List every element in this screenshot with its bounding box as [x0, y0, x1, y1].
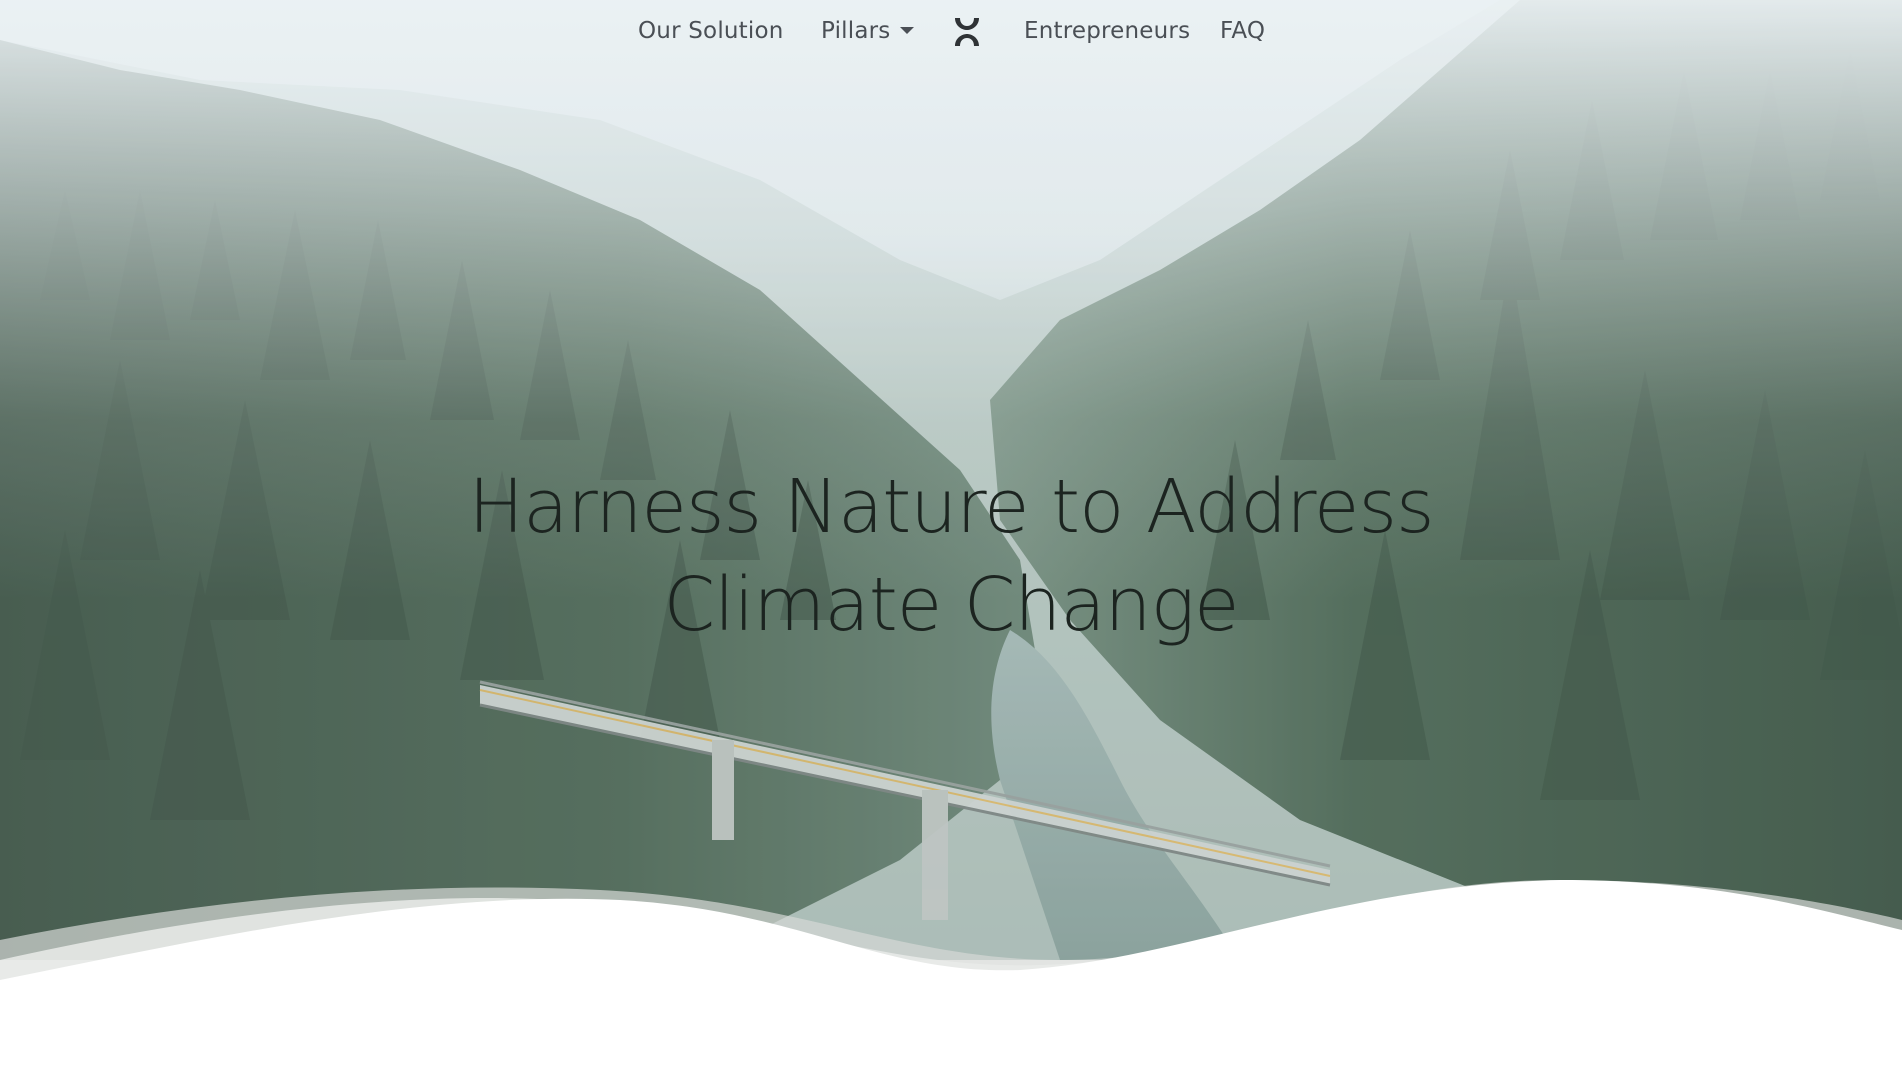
nav-link-pillars-label: Pillars: [821, 18, 891, 44]
nav-link-pillars-dropdown[interactable]: Pillars: [821, 18, 915, 44]
page: Our Solution Pillars Entrepreneurs FAQ H…: [0, 0, 1902, 1079]
hero-headline-line2: Climate Change: [663, 561, 1239, 648]
hero-section: Our Solution Pillars Entrepreneurs FAQ H…: [0, 0, 1902, 960]
top-navigation: Our Solution Pillars Entrepreneurs FAQ: [0, 0, 1902, 72]
nav-link-entrepreneurs[interactable]: Entrepreneurs: [1024, 18, 1190, 44]
hero-headline-line1: Harness Nature to Address: [468, 463, 1434, 550]
wave-divider: [0, 880, 1902, 1079]
nav-link-faq[interactable]: FAQ: [1220, 18, 1265, 44]
nav-link-our-solution[interactable]: Our Solution: [638, 18, 784, 44]
caret-down-icon: [900, 27, 915, 34]
hero-headline: Harness Nature to Address Climate Change: [351, 458, 1551, 654]
brand-logo-icon[interactable]: [952, 16, 982, 48]
